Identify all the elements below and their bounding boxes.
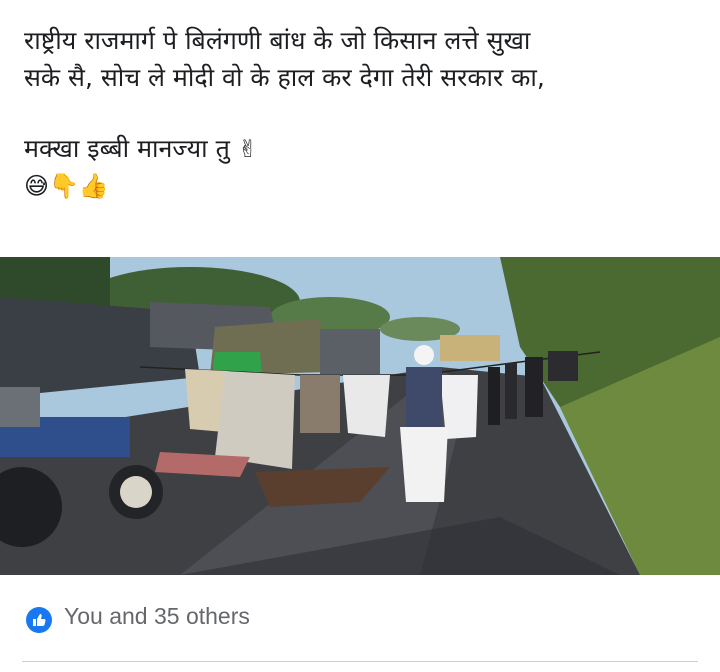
post-text: राष्ट्रीय राजमार्ग पे बिलंगणी बांध के जो… [24, 22, 704, 205]
person-dhoti [400, 427, 448, 502]
thumbs-up-icon[interactable] [26, 607, 52, 633]
truck-far [440, 335, 500, 361]
post-line-3: मक्खा इब्बी मानज्या तु ✌ [24, 130, 704, 168]
emoji-row: 😅👇👍 [24, 168, 704, 205]
cloth-4 [343, 375, 390, 437]
tent-back [320, 329, 380, 374]
cloth-2 [215, 371, 295, 469]
post-line-3-text: मक्खा इब्बी मानज्या तु [24, 134, 230, 163]
pointing-down-emoji: 👇 [49, 172, 79, 200]
post-photo[interactable] [0, 257, 720, 575]
victory-hand-emoji: ✌ [237, 135, 258, 163]
thumbs-up-glyph [33, 614, 46, 626]
cloth-6 [488, 367, 500, 425]
person-torso [406, 367, 442, 437]
reactions-count[interactable]: You and 35 others [64, 603, 250, 630]
post-footer: You and 35 others [0, 575, 720, 672]
cloth-8 [525, 357, 543, 417]
sweat-smile-emoji: 😅 [24, 172, 50, 200]
cloth-7 [505, 363, 517, 419]
tractor-front-hub [120, 476, 152, 508]
tractor-engine [0, 387, 40, 427]
cloth-3 [300, 375, 340, 433]
cloth-9 [548, 351, 578, 381]
post-line-2: सके सै, सोच ले मोदी वो के हाल कर देगा ते… [24, 63, 545, 92]
person-cap [414, 345, 434, 365]
footer-divider [22, 661, 698, 662]
thumbs-up-emoji: 👍 [78, 172, 109, 200]
photo-illustration [0, 257, 720, 575]
post-line-1: राष्ट्रीय राजमार्ग पे बिलंगणी बांध के जो… [24, 26, 531, 55]
